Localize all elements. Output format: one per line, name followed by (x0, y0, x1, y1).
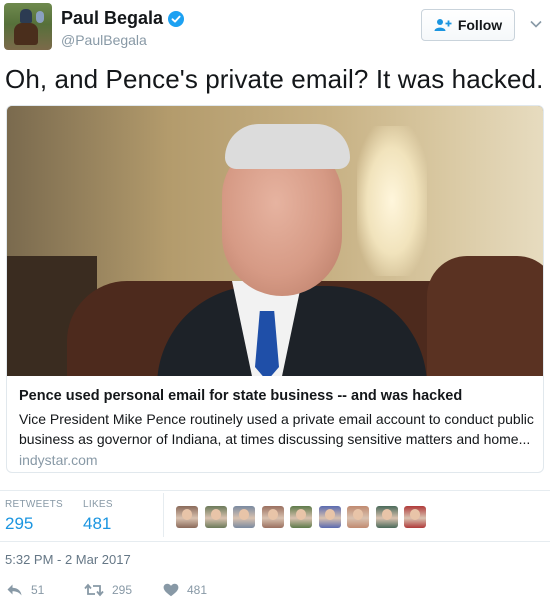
retweets-stat[interactable]: RETWEETS 295 (5, 499, 63, 534)
divider-top (0, 490, 550, 491)
liker-avatar[interactable] (318, 506, 341, 528)
link-card[interactable]: Pence used personal email for state busi… (6, 105, 544, 473)
card-title: Pence used personal email for state busi… (19, 388, 463, 404)
retweet-button[interactable]: 295 (84, 583, 132, 597)
like-count: 481 (187, 583, 208, 597)
avatar-rider (20, 9, 32, 23)
add-user-icon (434, 19, 452, 31)
reply-icon (7, 584, 22, 596)
liker-avatar-face (210, 509, 221, 520)
liker-avatar[interactable] (290, 506, 312, 528)
tweet: Paul Begala @PaulBegala Follow Oh, and P… (0, 0, 550, 600)
card-image-hair (225, 124, 350, 169)
likes-value: 481 (83, 514, 112, 533)
liker-avatar-face (239, 509, 249, 520)
avatar-rider-second (36, 11, 44, 23)
tweet-text: Oh, and Pence's private email? It was ha… (5, 64, 544, 94)
liker-avatar[interactable] (404, 506, 426, 528)
liker-avatar-face (410, 509, 420, 520)
liker-avatar[interactable] (233, 506, 255, 528)
liker-avatar-face (381, 509, 392, 520)
card-image-lamp (357, 126, 427, 276)
avatar[interactable] (4, 3, 52, 50)
liker-avatar[interactable] (375, 506, 398, 528)
retweet-count: 295 (112, 583, 133, 597)
liker-avatar[interactable] (204, 506, 227, 528)
liker-avatar-face (296, 509, 306, 520)
reply-button[interactable]: 51 (6, 583, 44, 597)
chevron-down-icon[interactable] (530, 20, 542, 28)
card-domain: indystar.com (19, 452, 98, 468)
liker-avatar-face (324, 509, 335, 520)
user-handle[interactable]: @PaulBegala (61, 32, 147, 48)
card-description: Vice President Mike Pence routinely used… (19, 411, 534, 447)
reply-count: 51 (31, 583, 45, 597)
liker-avatar[interactable] (347, 506, 369, 528)
divider-bottom (0, 541, 550, 542)
stats-separator (163, 493, 164, 537)
avatar-horse (14, 23, 38, 45)
liker-avatar-face (182, 509, 192, 520)
timestamp[interactable]: 5:32 PM - 2 Mar 2017 (5, 552, 131, 567)
liker-avatar[interactable] (261, 506, 284, 528)
follow-button[interactable]: Follow (421, 9, 515, 41)
retweet-icon (84, 583, 104, 597)
verified-badge-icon (168, 10, 185, 27)
likes-stat[interactable]: LIKES 481 (83, 499, 113, 534)
retweets-label: RETWEETS (5, 499, 63, 510)
card-image (7, 106, 543, 376)
display-name[interactable]: Paul Begala (61, 8, 163, 29)
name-row: Paul Begala (61, 8, 185, 29)
like-button[interactable]: 481 (163, 583, 207, 597)
heart-icon (163, 583, 179, 597)
liker-avatar-face (353, 509, 363, 520)
likes-label: LIKES (83, 499, 113, 510)
card-image-chair-arm (427, 256, 543, 376)
liker-avatar[interactable] (176, 506, 198, 528)
liker-avatar-face (267, 509, 278, 520)
retweets-value: 295 (5, 514, 34, 533)
follow-button-label: Follow (457, 17, 503, 33)
